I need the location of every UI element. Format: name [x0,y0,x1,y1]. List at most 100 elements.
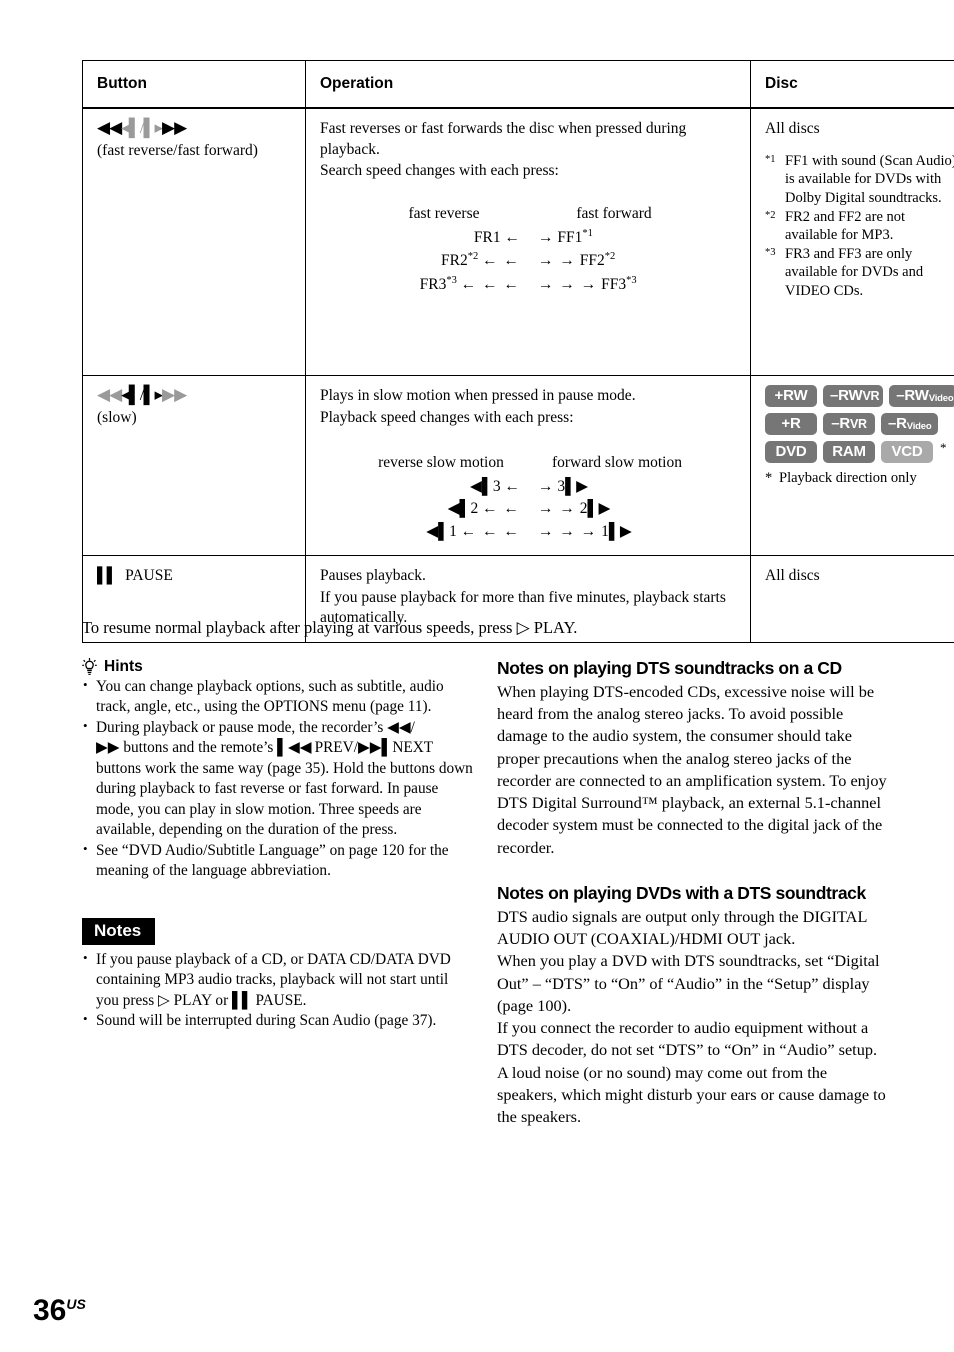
footnote-mark-3: *3 [765,246,776,258]
operations-table: Button Operation Disc ◀◀◂▌/▌▸▶▶ (fast re… [82,60,954,643]
diagram-fr1: FR1 ← [473,229,520,247]
note-item-2: Sound will be interrupted during Scan Au… [82,1010,474,1031]
cell-operation-slow: Plays in slow motion when pressed in pau… [305,375,751,557]
badge-minus-r-video: –RVideo [881,413,939,436]
slow-operation-line-2: Playback speed changes with each press: [320,408,574,426]
hint-item-1: You can change playback options, such as… [82,676,474,718]
disc-footnote-1: *1 FF1 with sound (Scan Audio) is availa… [765,152,954,208]
dts-dvd-paragraph-1: DTS audio signals are output only throug… [497,906,867,949]
column-header-button: Button [82,60,306,110]
footnote-text-2: FR2 and FF2 are not available for MP3. [785,208,906,244]
slow-forward-1: → → → 1▌▶ [538,522,632,540]
page-number: 36US [33,1296,86,1326]
cell-button-slow: ◀◀◂▌/▌▸▶▶ (slow) [82,375,306,557]
cell-disc-slow: +RW –RWVR –RWVideo +R –RVR –RVideo DVD R… [750,375,954,557]
disc-footnote-list: *1 FF1 with sound (Scan Audio) is availa… [765,152,954,300]
badge-minus-r-vr: –RVR [823,413,875,436]
diagram-fr2: FR2*2 ← ← [441,251,520,270]
badge-footnote: * Playback direction only [765,469,954,488]
footnote-mark-1: *1 [765,153,776,165]
badge-dvd: DVD [765,441,817,464]
slow-diagram-row-2: ◀▌2 ← ← → → 2▌▶ [320,498,738,520]
note-item-1: If you pause playback of a CD, or DATA C… [82,949,474,1011]
cell-disc-pause: All discs [750,555,954,643]
diagram-ff1: → FF1*1 [538,228,593,247]
badge-ram: RAM [823,441,875,464]
dts-cd-paragraph-1: When playing DTS-encoded CDs, excessive … [497,682,887,857]
footnote-mark-2: *2 [765,209,776,221]
lightbulb-icon [82,658,97,676]
slow-heading-reverse: reverse slow motion [378,454,504,472]
slow-diagram-row-3: ◀▌1 ← ← ← → → → 1▌▶ [320,521,738,543]
slow-button-icon: ◀◀◂▌/▌▸▶▶ [97,385,187,405]
footnote-text-1: FF1 with sound (Scan Audio) is available… [785,152,954,206]
slow-forward-2: → → 2▌▶ [538,500,611,518]
section-body-dts-dvd: DTS audio signals are output only throug… [497,906,889,1128]
badge-minus-rw-vr: –RWVR [823,385,884,408]
cell-disc-fast-forward: All discs *1 FF1 with sound (Scan Audio)… [750,107,954,377]
badge-row-2: +R –RVR –RVideo [765,413,954,436]
section-body-dts-cd: When playing DTS-encoded CDs, excessive … [497,681,889,859]
badge-vcd: VCD [881,441,933,464]
footnote-text-3: FR3 and FF3 are only available for DVDs … [785,245,924,299]
fast-forward-button-icon: ◀◀◂▌/▌▸▶▶ [97,118,187,138]
pause-button-label: PAUSE [125,567,173,585]
table-header-row: Button Operation Disc [82,60,954,110]
column-header-disc: Disc [750,60,954,110]
diagram-headings: fast reverse fast forward [320,202,738,225]
diagram-row-1: FR1 ← → FF1*1 [320,226,738,249]
disc-all-discs-1: All discs [765,120,820,138]
disc-badge-grid: +RW –RWVR –RWVideo +R –RVR –RVideo DVD R… [765,385,954,488]
operation-line-1: Fast reverses or fast forwards the disc … [320,120,687,158]
diagram-ff2: → → FF2*2 [538,251,616,270]
diagram-heading-forward: fast forward [576,204,652,222]
badge-asterisk: * [940,440,947,456]
slow-operation-line-1: Plays in slow motion when pressed in pau… [320,387,636,405]
document-page: Button Operation Disc ◀◀◂▌/▌▸▶▶ (fast re… [0,0,954,1352]
dts-dvd-paragraph-2: When you play a DVD with DTS soundtracks… [497,951,880,1015]
notes-heading-badge: Notes [82,917,156,945]
resume-text-after: PLAY. [533,618,578,637]
hints-heading: Hints [82,658,474,676]
hints-title: Hints [104,658,143,675]
notes-list: If you pause playback of a CD, or DATA C… [82,949,474,1032]
badge-plus-rw: +RW [765,385,817,408]
right-column: Notes on playing DTS soundtracks on a CD… [497,658,889,1128]
hint-item-3: See “DVD Audio/Subtitle Language” on pag… [82,840,474,882]
column-header-operation: Operation [305,60,751,110]
disc-footnote-2: *2 FR2 and FF2 are not available for MP3… [765,208,954,245]
disc-all-discs-2: All discs [765,567,820,585]
diagram-fr3: FR3*3 ← ← ← [419,274,520,294]
fast-forward-button-caption: (fast reverse/fast forward) [97,142,258,160]
hints-list: You can change playback options, such as… [82,676,474,882]
badge-row-1: +RW –RWVR –RWVideo [765,385,954,408]
slow-diagram-row-1: ◀▌3 ← → 3▌▶ [320,476,738,498]
disc-footnote-3: *3 FR3 and FF3 are only available for DV… [765,245,954,301]
slow-reverse-3: ◀▌3 ← [469,477,520,495]
cell-operation-fast-forward: Fast reverses or fast forwards the disc … [305,107,751,377]
badge-minus-rw-video: –RWVideo [889,385,954,408]
pause-icon: ▌▌ [97,568,117,585]
diagram-row-2: FR2*2 ← ← → → FF2*2 [320,249,738,272]
search-speed-diagram: fast reverse fast forward FR1 ← → FF1*1 … [320,202,738,296]
badge-footnote-mark: * [765,470,773,487]
section-heading-dts-dvd: Notes on playing DVDs with a DTS soundtr… [497,882,866,903]
play-icon: ▷ [516,618,530,637]
pause-operation-line-1: Pauses playback. [320,567,426,585]
table-row-slow: ◀◀◂▌/▌▸▶▶ (slow) Plays in slow motion wh… [82,375,954,557]
left-column: Hints You can change playback options, s… [82,658,474,1032]
slow-reverse-2: ◀▌2 ← ← [447,500,520,518]
cell-button-fast-forward: ◀◀◂▌/▌▸▶▶ (fast reverse/fast forward) [82,107,306,377]
slow-forward-3: → 3▌▶ [538,477,589,495]
page-number-value: 36 [33,1294,67,1327]
slow-speed-diagram: reverse slow motion forward slow motion … [320,452,738,543]
slow-diagram-headings: reverse slow motion forward slow motion [320,452,738,474]
diagram-ff3: → → → FF3*3 [538,274,637,294]
slow-reverse-1: ◀▌1 ← ← ← [426,522,520,540]
dts-dvd-paragraph-3: If you connect the recorder to audio equ… [497,1018,886,1126]
badge-row-3: DVD RAM VCD * [765,440,954,464]
operation-line-2: Search speed changes with each press: [320,162,559,180]
table-row-fast-forward: ◀◀◂▌/▌▸▶▶ (fast reverse/fast forward) Fa… [82,107,954,377]
page-number-suffix: US [66,1296,86,1312]
